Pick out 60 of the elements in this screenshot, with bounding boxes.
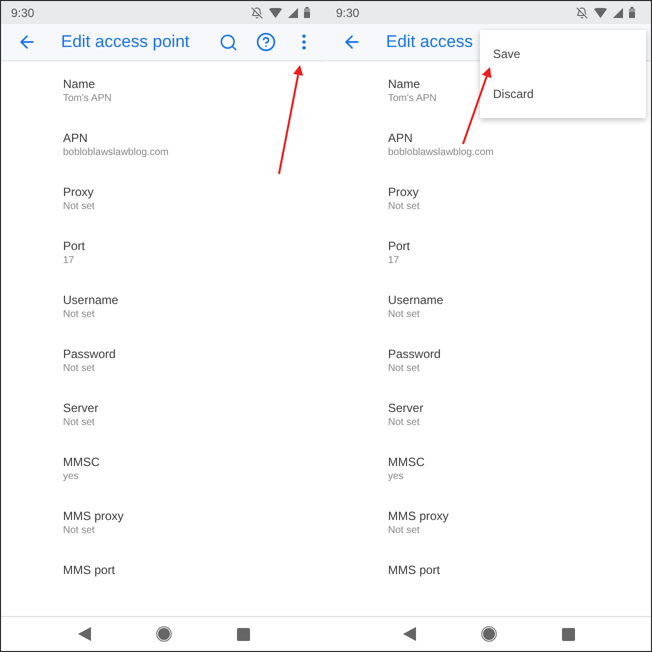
setting-value: Not set <box>388 416 420 430</box>
overview-square-icon[interactable] <box>562 628 574 641</box>
signal-icon <box>288 8 298 18</box>
notifications-off-icon <box>576 6 588 19</box>
setting-value: Not set <box>388 200 420 214</box>
setting-value: bobloblawslawblog.com <box>63 146 169 160</box>
setting-value: Not set <box>63 524 95 538</box>
setting-label: MMS port <box>63 562 116 578</box>
setting-label: Port <box>388 238 410 254</box>
help-icon[interactable] <box>256 32 276 52</box>
toolbar-title: Edit access <box>386 31 473 54</box>
setting-value: Not set <box>63 200 95 214</box>
setting-value: yes <box>388 470 404 484</box>
battery-icon <box>304 7 310 18</box>
home-circle-icon[interactable] <box>480 626 496 642</box>
setting-value: Not set <box>388 524 420 538</box>
overview-square-icon[interactable] <box>236 628 250 641</box>
battery-icon <box>629 7 635 18</box>
setting-value: Not set <box>63 308 95 322</box>
toolbar-title: Edit access point <box>61 31 190 54</box>
back-triangle-icon[interactable] <box>402 627 416 642</box>
setting-value: Tom's APN <box>63 92 112 106</box>
status-time: 9:30 <box>336 4 360 22</box>
setting-label: MMSC <box>388 454 425 470</box>
setting-label: MMS port <box>388 562 440 578</box>
setting-value: Not set <box>63 362 95 376</box>
setting-value: Not set <box>388 362 420 376</box>
setting-label: Username <box>63 292 118 308</box>
back-triangle-icon[interactable] <box>78 627 90 642</box>
setting-label: Name <box>63 76 96 92</box>
setting-value: Not set <box>388 308 420 322</box>
setting-label: Password <box>63 346 116 362</box>
setting-label: Proxy <box>388 184 419 200</box>
setting-value: bobloblawslawblog.com <box>388 146 494 160</box>
setting-label: MMS proxy <box>63 508 124 524</box>
setting-label: MMSC <box>63 454 100 470</box>
setting-label: APN <box>388 130 413 146</box>
wifi-icon <box>269 8 282 18</box>
menu-item[interactable]: Save <box>480 34 646 74</box>
setting-value: yes <box>63 470 79 484</box>
setting-label: MMS proxy <box>388 508 449 524</box>
setting-value: 17 <box>388 254 400 268</box>
setting-label: Name <box>388 76 420 92</box>
setting-value: 17 <box>63 254 74 268</box>
setting-label: Port <box>63 238 86 254</box>
notifications-off-icon <box>251 6 263 19</box>
setting-label: Server <box>63 400 98 416</box>
setting-label: Proxy <box>63 184 94 200</box>
setting-label: Username <box>388 292 444 308</box>
setting-label: Password <box>388 346 441 362</box>
signal-icon <box>613 8 623 18</box>
menu-item[interactable]: Discard <box>480 74 646 114</box>
wifi-icon <box>594 8 607 18</box>
setting-label: APN <box>63 130 88 146</box>
setting-value: Not set <box>63 416 95 430</box>
status-time: 9:30 <box>11 4 34 22</box>
setting-value: Tom's APN <box>388 92 437 106</box>
setting-label: Server <box>388 400 424 416</box>
home-circle-icon[interactable] <box>156 626 172 642</box>
search-icon[interactable] <box>219 32 238 52</box>
